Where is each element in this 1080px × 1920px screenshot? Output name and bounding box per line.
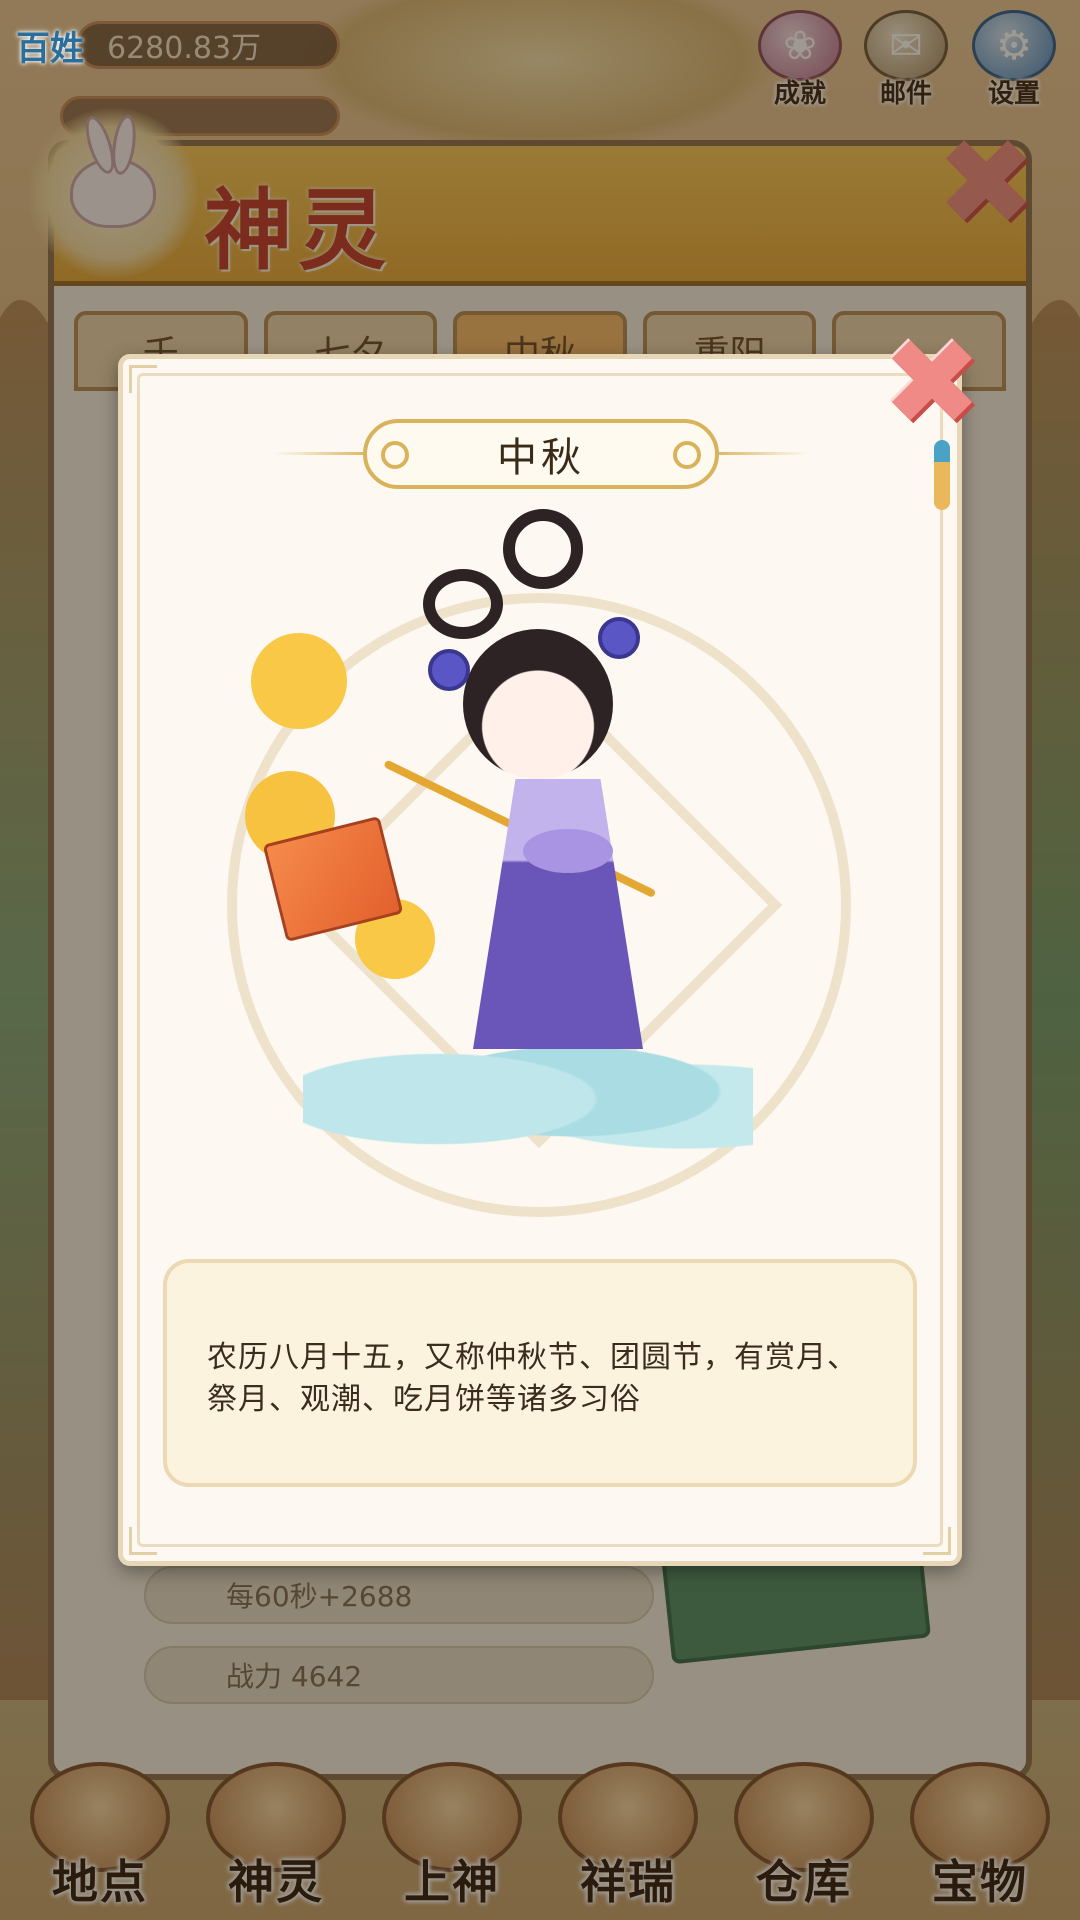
title-divider xyxy=(709,452,809,455)
title-divider xyxy=(273,452,373,455)
hair-bun xyxy=(423,569,503,639)
flower-ornament-icon xyxy=(598,617,640,659)
moon-phase-icon xyxy=(251,633,347,729)
festival-description-line-2: 祭月、观潮、吃月饼等诸多习俗 xyxy=(207,1382,641,1417)
festival-detail-popup: 中秋 农历八月十五，又称仲秋节、团圆节，有赏月、 祭月、观潮、吃月饼等诸多习俗 xyxy=(118,354,962,1566)
deity-character-head xyxy=(463,629,613,779)
popup-title-plaque: 中秋 xyxy=(363,419,719,489)
dress-bow xyxy=(523,829,613,873)
popup-close-button[interactable]: ✖ xyxy=(866,318,998,450)
corner-ornament xyxy=(923,1527,951,1555)
tassel-ornament xyxy=(934,440,950,510)
hair-bun xyxy=(503,509,583,589)
scroll-ornament-icon xyxy=(673,441,701,469)
scroll-ornament-icon xyxy=(381,441,409,469)
popup-title: 中秋 xyxy=(497,435,585,481)
festival-description-box: 农历八月十五，又称仲秋节、团圆节，有赏月、 祭月、观潮、吃月饼等诸多习俗 xyxy=(163,1259,917,1487)
corner-ornament xyxy=(129,1527,157,1555)
flower-ornament-icon xyxy=(428,649,470,691)
corner-ornament xyxy=(129,365,157,393)
festival-description-line-1: 农历八月十五，又称仲秋节、团圆节，有赏月、 xyxy=(207,1340,858,1375)
close-icon: ✖ xyxy=(881,314,983,453)
population-label: 百姓 xyxy=(16,28,84,69)
